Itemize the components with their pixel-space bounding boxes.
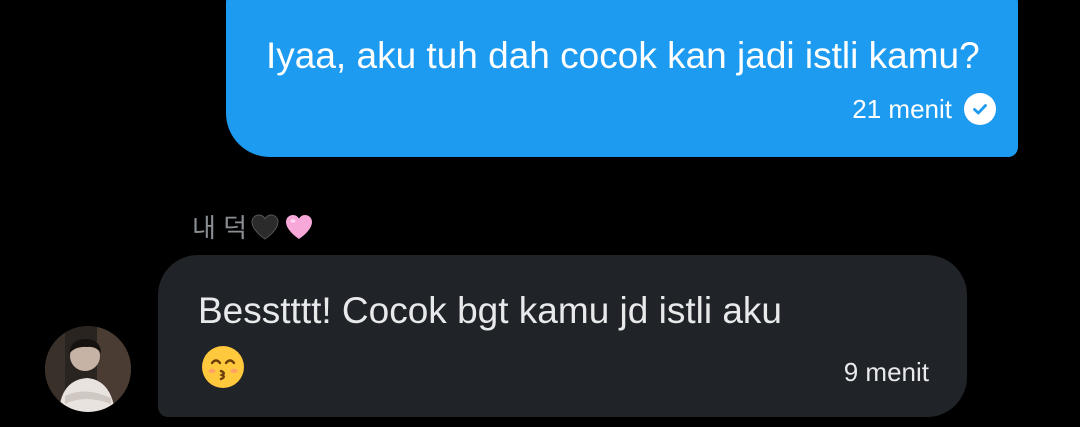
avatar-photo — [45, 326, 131, 412]
incoming-message-text: Besstttt! Cocok bgt kamu jd istli aku — [198, 290, 783, 331]
sender-name: 내 덕 — [192, 213, 248, 243]
outgoing-message-bubble[interactable]: Iyaa, aku tuh dah cocok kan jadi istli k… — [226, 0, 1018, 157]
avatar[interactable] — [45, 326, 131, 412]
outgoing-message-text: Iyaa, aku tuh dah cocok kan jadi istli k… — [266, 35, 980, 76]
pink-heart-icon — [286, 214, 313, 239]
check-circle-icon — [964, 93, 996, 125]
outgoing-message-meta: 21 menit — [852, 93, 996, 125]
outgoing-message-time: 21 menit — [852, 93, 952, 124]
sender-label: 내 덕 — [192, 208, 315, 245]
chat-thread: Iyaa, aku tuh dah cocok kan jadi istli k… — [0, 0, 1080, 427]
incoming-message-bubble[interactable]: Besstttt! Cocok bgt kamu jd istli aku 9 … — [158, 255, 967, 417]
kissing-face-with-smiling-eyes-icon — [202, 346, 244, 388]
black-heart-icon — [251, 213, 279, 240]
incoming-message-time: 9 menit — [843, 357, 929, 387]
